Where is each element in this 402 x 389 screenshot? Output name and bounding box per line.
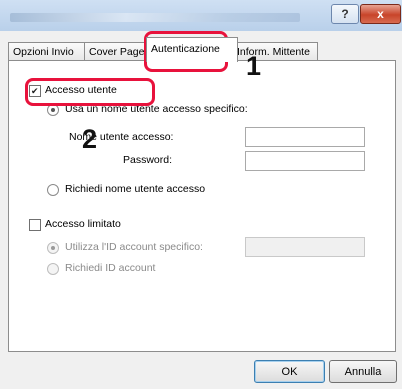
- account-id-input[interactable]: [245, 237, 365, 257]
- ask-user-name-label: Richiedi nome utente accesso: [65, 183, 206, 195]
- ask-user-name-radio[interactable]: [47, 184, 59, 196]
- tab-opzioni-invio[interactable]: Opzioni Invio: [8, 42, 92, 61]
- close-button[interactable]: x: [360, 4, 401, 24]
- tab-cover-page[interactable]: Cover Page: [84, 42, 152, 61]
- ok-button[interactable]: OK: [254, 360, 325, 383]
- limited-access-label: Accesso limitato: [45, 218, 121, 230]
- password-input[interactable]: [245, 151, 365, 171]
- cancel-button[interactable]: Annulla: [329, 360, 397, 383]
- use-account-id-label: Utilizza l'ID account specifico:: [65, 241, 203, 253]
- ask-account-id-label: Richiedi ID account: [65, 262, 156, 274]
- login-name-input[interactable]: [245, 127, 365, 147]
- limited-access-checkbox[interactable]: [29, 219, 41, 231]
- tab-autenticazione[interactable]: Autenticazione: [146, 37, 238, 62]
- ask-account-id-radio[interactable]: [47, 263, 59, 275]
- callout-highlight-checkbox: [25, 78, 155, 106]
- window-title-blurred: [10, 13, 300, 22]
- help-button[interactable]: ?: [331, 4, 359, 24]
- title-bar: ? x: [0, 0, 402, 31]
- tab-inform-mittente[interactable]: Inform. Mittente: [232, 42, 318, 61]
- dialog-window: ? x Opzioni Invio Cover Page Autenticazi…: [0, 0, 402, 389]
- callout-number-1: 1: [246, 51, 262, 81]
- callout-number-2: 2: [82, 124, 98, 154]
- use-account-id-radio[interactable]: [47, 242, 59, 254]
- password-label: Password:: [123, 154, 173, 166]
